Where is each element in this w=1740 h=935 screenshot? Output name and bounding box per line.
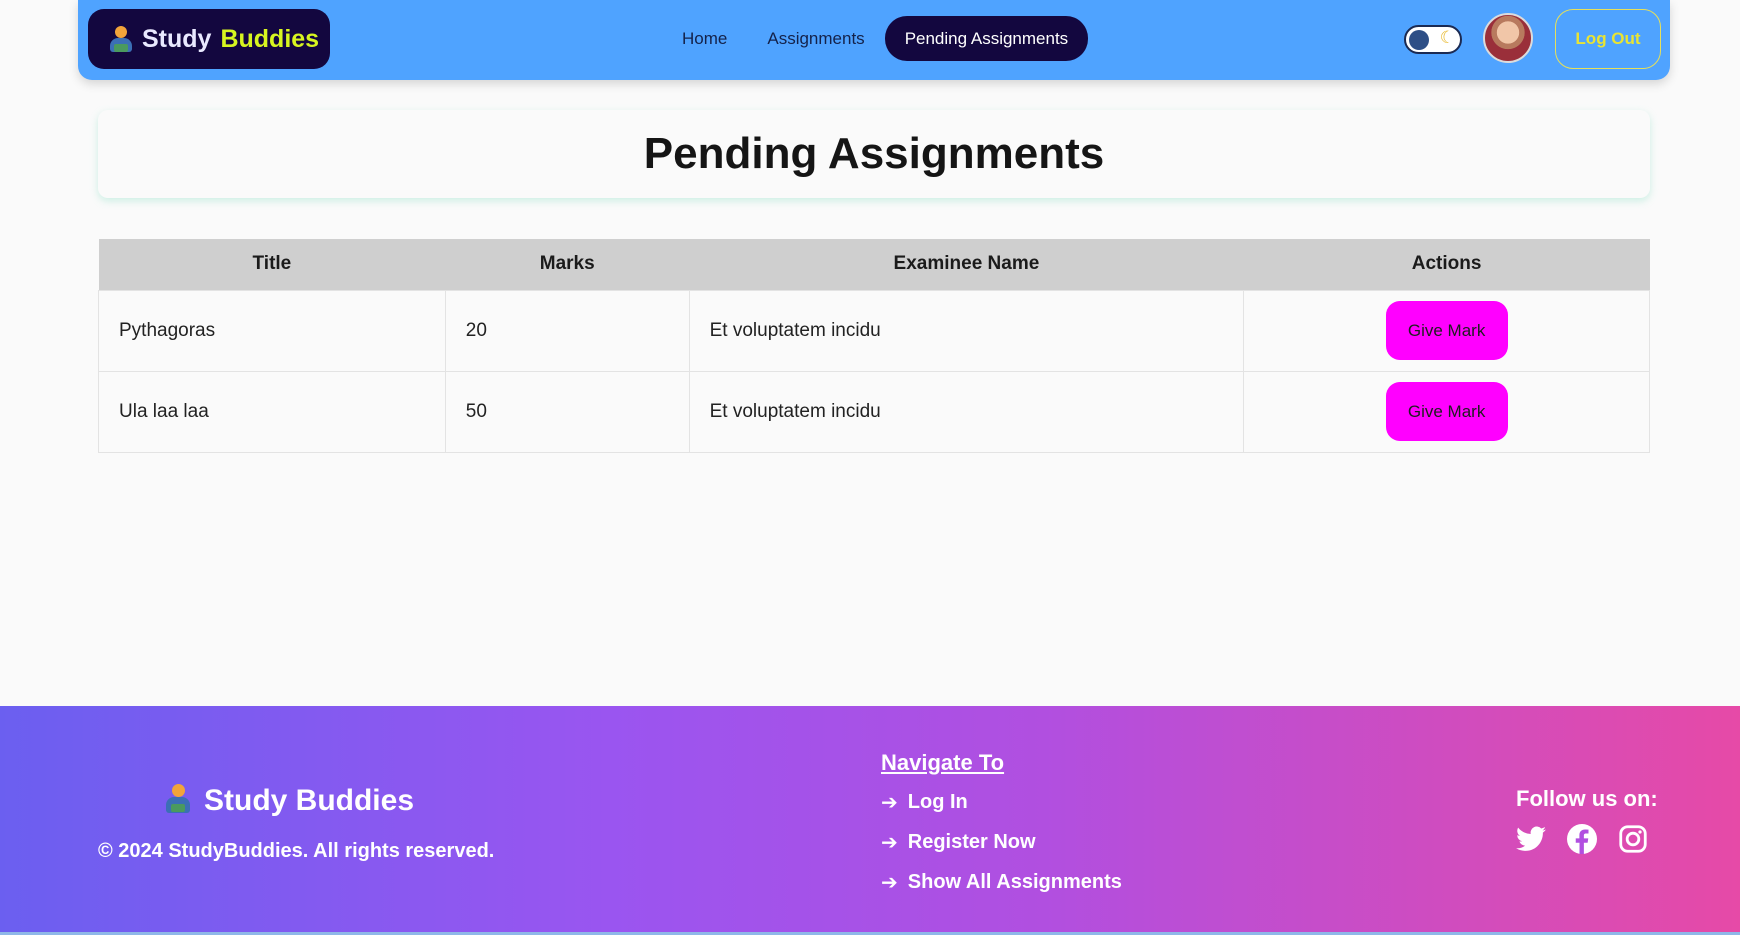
arrow-right-icon: ➔ xyxy=(881,871,898,894)
logout-button[interactable]: Log Out xyxy=(1555,9,1661,69)
arrow-right-icon: ➔ xyxy=(881,831,898,854)
cell-marks: 20 xyxy=(444,289,690,372)
table-row: Ula laa laa 50 Et voluptatem incidu Give… xyxy=(98,370,1650,453)
brand-study-text: Study xyxy=(142,24,212,53)
pending-assignments-table: Title Marks Examinee Name Actions Pythag… xyxy=(98,239,1650,453)
cell-title: Pythagoras xyxy=(98,289,446,372)
footer-brand-name: Study Buddies xyxy=(204,784,415,817)
social-links xyxy=(1516,824,1658,854)
avatar[interactable] xyxy=(1483,13,1533,63)
arrow-right-icon: ➔ xyxy=(881,791,898,814)
column-header-actions: Actions xyxy=(1243,239,1650,290)
page-heading-card: Pending Assignments xyxy=(98,110,1650,198)
footer-nav: Navigate To ➔ Log In ➔ Register Now ➔ Sh… xyxy=(881,750,1122,902)
nav-link-pending-assignments[interactable]: Pending Assignments xyxy=(884,16,1089,61)
footer-link-register[interactable]: ➔ Register Now xyxy=(881,822,1122,862)
footer-brand: Study Buddies xyxy=(166,784,414,818)
instagram-icon[interactable] xyxy=(1618,824,1648,854)
column-header-marks: Marks xyxy=(445,239,690,290)
nav-link-assignments[interactable]: Assignments xyxy=(747,16,884,61)
toggle-knob xyxy=(1409,30,1429,50)
cell-examinee: Et voluptatem incidu xyxy=(688,289,1245,372)
copyright-text: © 2024 StudyBuddies. All rights reserved… xyxy=(98,840,495,862)
give-mark-button[interactable]: Give Mark xyxy=(1385,382,1508,441)
footer-link-label: Show All Assignments xyxy=(907,870,1122,893)
follow-title: Follow us on: xyxy=(1516,786,1658,811)
footer-link-all-assignments[interactable]: ➔ Show All Assignments xyxy=(881,862,1122,902)
table-header-row: Title Marks Examinee Name Actions xyxy=(98,239,1650,290)
nav-links: Home Assignments Pending Assignments xyxy=(662,16,1089,61)
footer: Study Buddies © 2024 StudyBuddies. All r… xyxy=(0,706,1740,932)
navbar: Study Buddies Home Assignments Pending As… xyxy=(78,0,1670,80)
moon-icon: ☾ xyxy=(1439,28,1455,47)
brand-name: Study Buddies xyxy=(142,25,319,54)
cell-actions: Give Mark xyxy=(1243,289,1650,372)
brand-logo[interactable]: Study Buddies xyxy=(88,9,330,69)
facebook-icon[interactable] xyxy=(1567,824,1597,854)
nav-link-home[interactable]: Home xyxy=(662,16,747,61)
column-header-examinee: Examinee Name xyxy=(689,239,1244,290)
brand-buddies-text: Buddies xyxy=(220,24,320,53)
theme-toggle[interactable]: ☾ xyxy=(1404,25,1462,54)
student-icon xyxy=(166,784,190,816)
footer-link-login[interactable]: ➔ Log In xyxy=(881,782,1122,822)
footer-follow: Follow us on: xyxy=(1516,786,1658,854)
page-title: Pending Assignments xyxy=(643,129,1105,178)
give-mark-button[interactable]: Give Mark xyxy=(1385,301,1508,360)
cell-actions: Give Mark xyxy=(1243,370,1650,453)
footer-link-label: Log In xyxy=(907,790,968,813)
footer-link-label: Register Now xyxy=(907,830,1036,853)
table-row: Pythagoras 20 Et voluptatem incidu Give … xyxy=(98,289,1650,372)
student-icon xyxy=(110,26,132,52)
twitter-icon[interactable] xyxy=(1516,824,1546,854)
cell-title: Ula laa laa xyxy=(98,370,446,453)
footer-nav-title: Navigate To xyxy=(881,750,1005,775)
cell-marks: 50 xyxy=(444,370,690,453)
column-header-title: Title xyxy=(98,239,446,290)
cell-examinee: Et voluptatem incidu xyxy=(688,370,1245,453)
